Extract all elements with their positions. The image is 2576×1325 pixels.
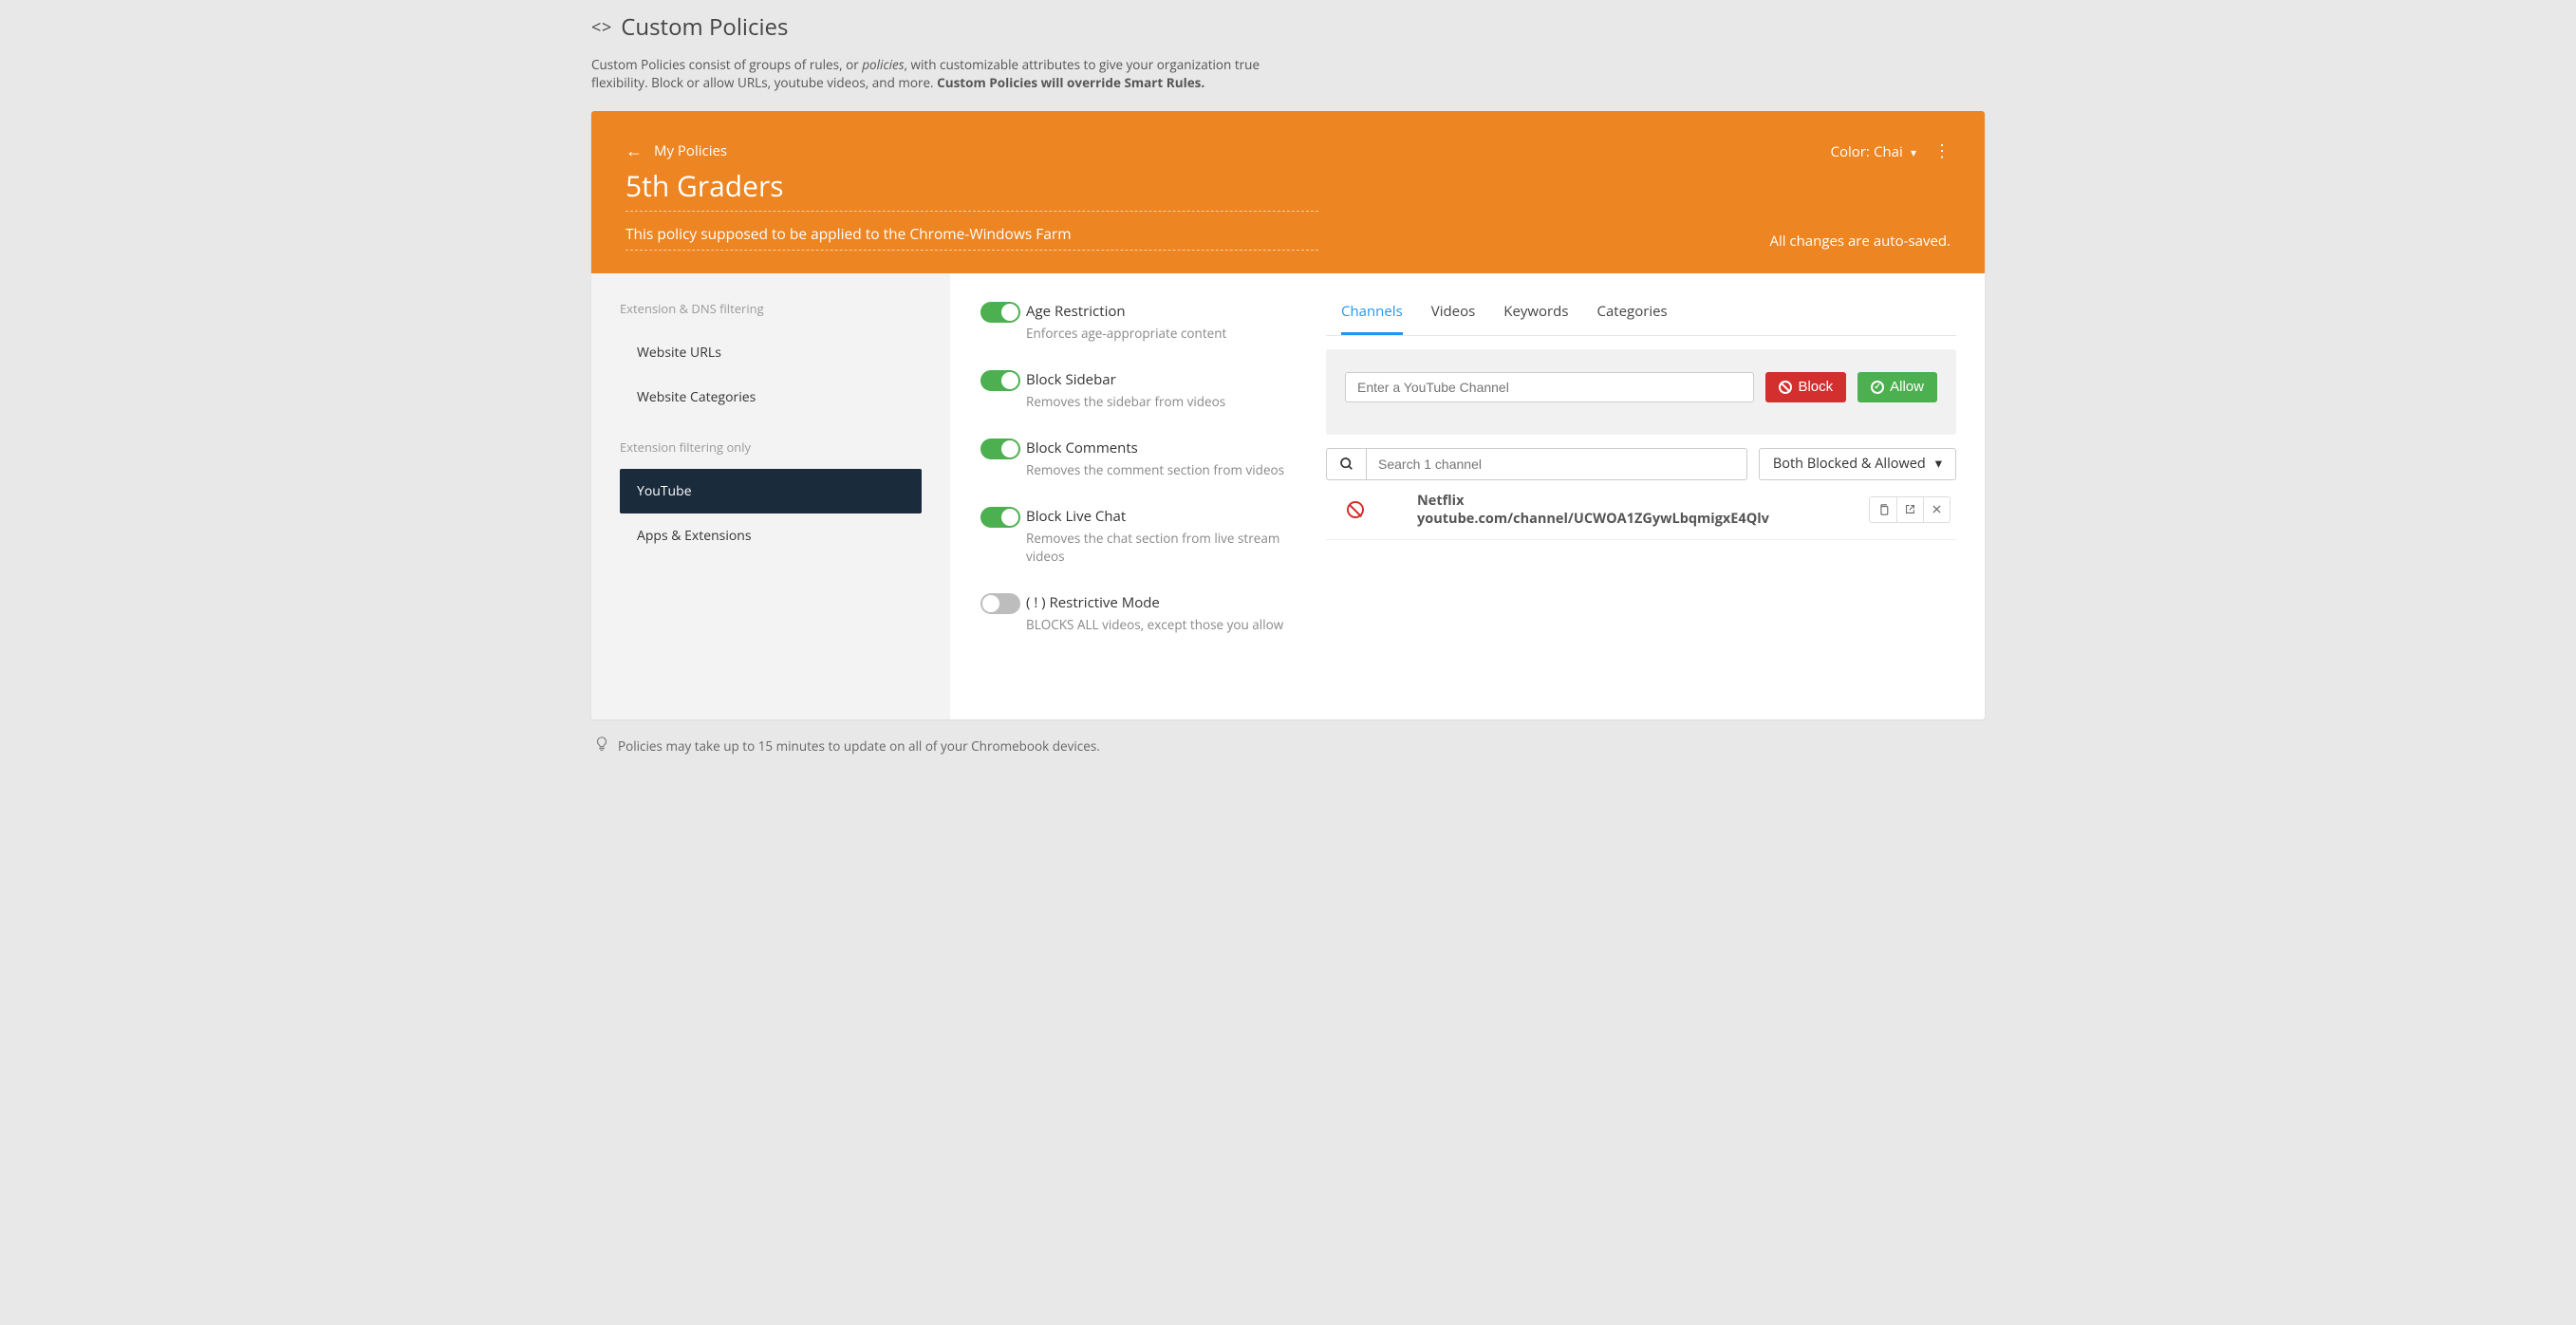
sidebar: Extension & DNS filtering Website URLs W… bbox=[591, 273, 950, 719]
open-external-icon[interactable] bbox=[1896, 497, 1923, 522]
block-icon bbox=[1779, 381, 1792, 394]
search-input[interactable] bbox=[1366, 448, 1747, 480]
policy-description-input[interactable]: This policy supposed to be applied to th… bbox=[625, 219, 1318, 251]
check-icon bbox=[1871, 381, 1884, 394]
sidebar-item-website-categories[interactable]: Website Categories bbox=[620, 375, 922, 420]
toggle-2[interactable] bbox=[980, 439, 1020, 459]
toggle-desc: Removes the chat section from live strea… bbox=[1026, 530, 1303, 564]
page-description: Custom Policies consist of groups of rul… bbox=[591, 56, 1313, 92]
back-arrow-icon[interactable]: ← bbox=[625, 140, 643, 162]
sidebar-item-youtube[interactable]: YouTube bbox=[620, 469, 922, 513]
channel-url: youtube.com/channel/UCWOA1ZGywLbqmigxE4Q… bbox=[1417, 510, 1869, 528]
toggle-desc: BLOCKS ALL videos, except those you allo… bbox=[1026, 616, 1303, 633]
toggle-title: Block Sidebar bbox=[1026, 370, 1303, 389]
toggle-4[interactable] bbox=[980, 593, 1020, 614]
more-menu-icon[interactable]: ⋮ bbox=[1933, 140, 1951, 162]
close-icon[interactable] bbox=[1923, 497, 1950, 522]
toggle-desc: Removes the sidebar from videos bbox=[1026, 393, 1303, 410]
sidebar-item-website-urls[interactable]: Website URLs bbox=[620, 330, 922, 375]
tab-categories[interactable]: Categories bbox=[1597, 302, 1668, 335]
toggle-title: Block Live Chat bbox=[1026, 507, 1303, 526]
sidebar-item-apps-extensions[interactable]: Apps & Extensions bbox=[620, 513, 922, 558]
lightbulb-icon bbox=[595, 737, 608, 756]
toggle-3[interactable] bbox=[980, 507, 1020, 528]
toggle-desc: Enforces age-appropriate content bbox=[1026, 325, 1303, 342]
sidebar-group-label: Extension filtering only bbox=[620, 439, 922, 456]
sidebar-group-label: Extension & DNS filtering bbox=[620, 300, 922, 317]
copy-icon[interactable] bbox=[1870, 497, 1896, 522]
page-title: Custom Policies bbox=[621, 11, 788, 43]
code-icon: < > bbox=[591, 16, 609, 39]
blocked-status-icon bbox=[1347, 501, 1364, 518]
toggle-title: ( ! ) Restrictive Mode bbox=[1026, 593, 1303, 612]
chevron-down-icon: ▾ bbox=[1911, 144, 1916, 160]
tab-channels[interactable]: Channels bbox=[1341, 302, 1403, 335]
channel-name: Netflix bbox=[1417, 492, 1869, 510]
allow-button[interactable]: Allow bbox=[1857, 372, 1937, 402]
block-button[interactable]: Block bbox=[1765, 372, 1846, 402]
footer-note-text: Policies may take up to 15 minutes to up… bbox=[618, 737, 1100, 755]
toggle-1[interactable] bbox=[980, 370, 1020, 391]
policy-name-input[interactable]: 5th Graders bbox=[625, 166, 1318, 212]
breadcrumb[interactable]: My Policies bbox=[654, 141, 727, 160]
channel-input[interactable] bbox=[1345, 372, 1754, 402]
tab-videos[interactable]: Videos bbox=[1431, 302, 1476, 335]
toggle-0[interactable] bbox=[980, 302, 1020, 323]
filter-dropdown[interactable]: Both Blocked & Allowed ▾ bbox=[1759, 448, 1956, 480]
tab-keywords[interactable]: Keywords bbox=[1503, 302, 1568, 335]
color-picker[interactable]: Color: Chai ▾ bbox=[1831, 140, 1916, 161]
toggle-title: Block Comments bbox=[1026, 439, 1303, 457]
toggle-title: Age Restriction bbox=[1026, 302, 1303, 321]
autosave-notice: All changes are auto-saved. bbox=[1769, 232, 1951, 251]
caret-down-icon: ▾ bbox=[1935, 455, 1942, 473]
channel-row: Netflix youtube.com/channel/UCWOA1ZGywLb… bbox=[1326, 480, 1956, 540]
toggle-desc: Removes the comment section from videos bbox=[1026, 461, 1303, 478]
search-icon bbox=[1326, 448, 1366, 480]
